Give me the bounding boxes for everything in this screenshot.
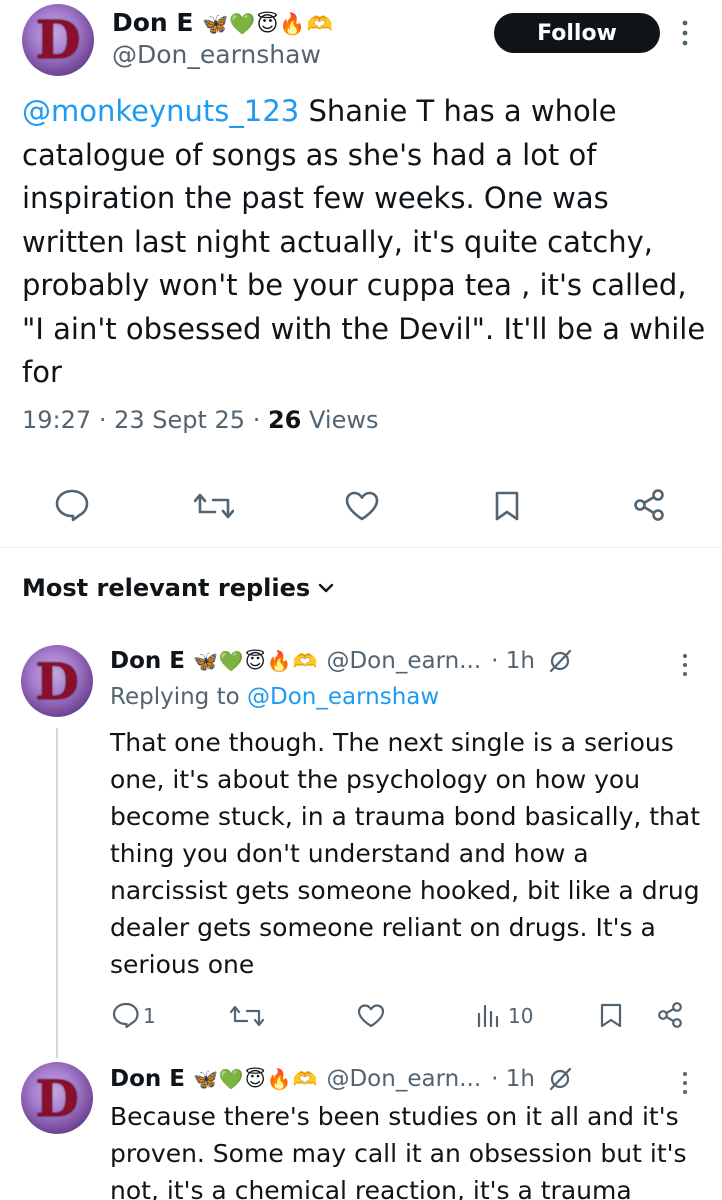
views-label: Views <box>309 406 379 434</box>
author-emojis: 🦋💚😇🔥🫶 <box>202 12 334 36</box>
share-icon[interactable] <box>632 488 666 522</box>
analytics-icon[interactable] <box>476 1004 500 1028</box>
tweet-body: Shanie T has a whole catalogue of songs … <box>22 94 706 389</box>
more-vertical-icon[interactable] <box>680 652 690 678</box>
view-count: 10 <box>508 1004 534 1028</box>
reply-text: That one though. The next single is a se… <box>110 728 701 979</box>
reply-author-name[interactable]: Don E <box>110 648 185 674</box>
grok-icon[interactable] <box>547 1066 573 1092</box>
section-divider <box>0 547 722 548</box>
tweet-meta: 19:27 · 23 Sept 25 · 26 Views <box>22 406 379 434</box>
reply-avatar[interactable]: D <box>21 1062 93 1134</box>
author-handle[interactable]: @Don_earnshaw <box>112 40 321 69</box>
tweet-date[interactable]: 23 Sept 25 <box>114 406 245 434</box>
reply-author-emojis: 🦋💚😇🔥🫶 <box>193 649 319 673</box>
comment-icon[interactable] <box>54 488 90 522</box>
tweet-text: @monkeynuts_123 Shanie T has a whole cat… <box>22 90 712 395</box>
replies-sort-label: Most relevant replies <box>22 574 311 602</box>
more-vertical-icon[interactable] <box>680 1070 690 1096</box>
replying-to-link[interactable]: @Don_earnshaw <box>247 684 439 710</box>
heart-icon[interactable] <box>357 1003 385 1029</box>
replies-sort-dropdown[interactable]: Most relevant replies <box>22 574 334 602</box>
grok-icon[interactable] <box>547 648 573 674</box>
reply-author-handle[interactable]: @Don_earn... <box>326 1066 481 1092</box>
reply-header: Don E 🦋💚😇🔥🫶 @Don_earn... · 1h <box>110 648 573 674</box>
reply-age[interactable]: · 1h <box>491 648 535 674</box>
author-avatar[interactable]: D <box>22 4 94 76</box>
repost-icon[interactable] <box>194 490 234 522</box>
tweet-time[interactable]: 19:27 <box>22 406 91 434</box>
chevron-down-icon <box>318 583 334 593</box>
repost-icon[interactable] <box>230 1003 264 1029</box>
avatar-monogram: D <box>35 651 79 711</box>
reply-text: Because there's been studies on it all a… <box>110 1102 687 1200</box>
reply-header: Don E 🦋💚😇🔥🫶 @Don_earn... · 1h <box>110 1066 573 1092</box>
avatar-monogram: D <box>35 1068 79 1128</box>
mention-link[interactable]: @monkeynuts_123 <box>22 94 299 128</box>
bookmark-icon[interactable] <box>600 1003 622 1029</box>
views-count: 26 <box>267 406 302 434</box>
reply-author-name[interactable]: Don E <box>110 1066 185 1092</box>
heart-icon[interactable] <box>344 490 380 522</box>
more-vertical-icon[interactable] <box>678 18 692 48</box>
replying-to-prefix: Replying to <box>110 684 247 710</box>
reply-author-emojis: 🦋💚😇🔥🫶 <box>193 1067 319 1091</box>
reply-age[interactable]: · 1h <box>491 1066 535 1092</box>
thread-line <box>56 728 58 1058</box>
bookmark-icon[interactable] <box>494 490 520 522</box>
replying-to: Replying to @Don_earnshaw <box>110 684 439 710</box>
reply-count: 1 <box>143 1004 156 1028</box>
share-icon[interactable] <box>656 1001 684 1029</box>
author-name[interactable]: Don E 🦋💚😇🔥🫶 <box>112 8 334 37</box>
comment-icon[interactable] <box>112 1002 140 1028</box>
reply-avatar[interactable]: D <box>21 645 93 717</box>
follow-button[interactable]: Follow <box>494 13 660 53</box>
reply-author-handle[interactable]: @Don_earn... <box>326 648 481 674</box>
avatar-monogram: D <box>35 9 81 71</box>
